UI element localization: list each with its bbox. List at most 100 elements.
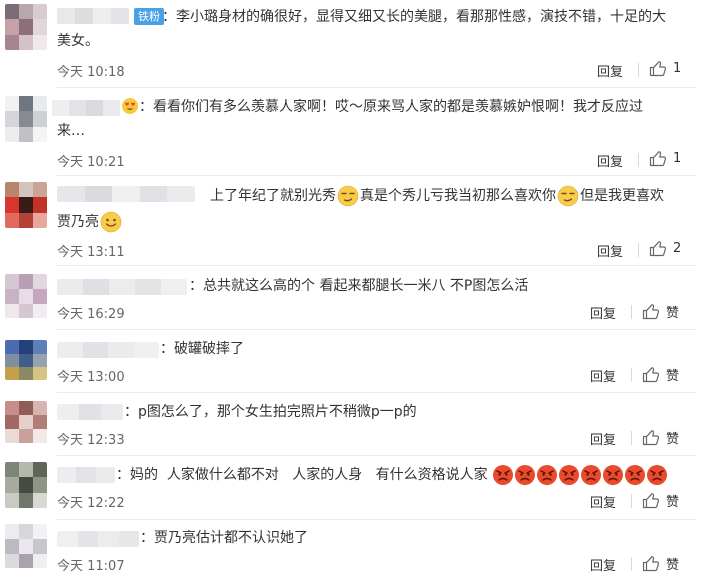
like-button[interactable]: 1 (649, 60, 681, 77)
reply-button[interactable]: 回复 (590, 555, 616, 574)
action-separator (638, 63, 639, 77)
comment-text-continued: 来… (57, 123, 85, 139)
avatar[interactable] (5, 96, 47, 142)
avatar[interactable] (5, 524, 47, 568)
action-separator (638, 153, 639, 167)
reply-button[interactable]: 回复 (597, 61, 623, 80)
angry-emoji-icon (492, 465, 513, 485)
comment-text: ：贾乃亮估计都不认识她了 (140, 530, 308, 546)
comment-time: 今天 13:11 (57, 245, 125, 260)
like-count: 1 (673, 61, 682, 76)
action-separator (638, 243, 639, 257)
comment-time: 今天 10:18 (57, 65, 125, 80)
thumbs-up-icon (642, 304, 660, 320)
comment-text: 上了年纪了就别光秀 真是个秀儿亏我当初那么喜欢你 但是我更喜欢 (210, 185, 664, 207)
comment-text-part: 上了年纪了就别光秀 (210, 188, 336, 204)
avatar[interactable] (5, 401, 47, 443)
comment-item: ：看看你们有多么羡慕人家啊！哎～原来骂人家的都是羡慕嫉妒恨啊！我才反应过 来… … (0, 88, 704, 176)
comment-item: ：妈的 人家做什么都不对 人家的人身 有什么资格说人家 今天 12:22 回复 … (0, 456, 704, 520)
angry-emoji-icon (646, 465, 667, 485)
comment-text: ：看看你们有多么羡慕人家啊！哎～原来骂人家的都是羡慕嫉妒恨啊！我才反应过 (139, 99, 643, 115)
username-blurred[interactable] (57, 8, 129, 24)
angry-emoji-icon (536, 465, 557, 485)
action-separator (631, 305, 632, 319)
comment-time: 今天 10:21 (57, 155, 125, 170)
smile-emoji-icon (100, 211, 122, 233)
like-count: 2 (673, 241, 682, 256)
thumbs-up-icon (649, 151, 667, 167)
avatar[interactable] (5, 274, 47, 318)
username-blurred[interactable] (57, 342, 159, 358)
thumbs-up-icon (642, 493, 660, 509)
comment-item: 铁粉 ：李小璐身材的确很好，显得又细又长的美腿，看那那性感，演技不错，十足的大 … (0, 0, 704, 88)
comment-time: 今天 16:29 (57, 307, 125, 322)
angry-emoji-icon (602, 465, 623, 485)
reply-button[interactable]: 回复 (597, 151, 623, 170)
thumbs-up-icon (649, 241, 667, 257)
like-label: 赞 (666, 558, 680, 573)
like-label: 赞 (666, 495, 680, 510)
like-label: 赞 (666, 432, 680, 447)
comment-text: ：破罐破摔了 (160, 341, 244, 357)
comment-time: 今天 12:22 (57, 496, 125, 511)
like-button[interactable]: 1 (649, 150, 681, 167)
comment-text-part: ：妈的 人家做什么都不对 人家的人身 有什么资格说人家 (116, 467, 488, 483)
action-separator (631, 557, 632, 571)
angry-emoji-icon (514, 465, 535, 485)
angry-emoji-row (492, 464, 668, 486)
avatar[interactable] (5, 182, 47, 228)
like-button[interactable]: 赞 (642, 365, 679, 384)
reply-button[interactable]: 回复 (590, 303, 616, 322)
like-button[interactable]: 2 (649, 240, 681, 257)
comment-text: ：总共就这么高的个 看起来都腿长一米八 不P图怎么活 (189, 278, 529, 294)
username-blurred[interactable] (52, 100, 120, 116)
like-button[interactable]: 赞 (642, 302, 679, 321)
comment-item: ：破罐破摔了 今天 13:00 回复 赞 (0, 330, 704, 393)
avatar[interactable] (5, 4, 47, 50)
thumbs-up-icon (649, 61, 667, 77)
comment-item: 上了年纪了就别光秀 真是个秀儿亏我当初那么喜欢你 但是我更喜欢 贾乃亮 今天 1… (0, 176, 704, 266)
username-blurred[interactable] (57, 186, 195, 202)
comment-time: 今天 11:07 (57, 559, 125, 574)
reply-button[interactable]: 回复 (590, 492, 616, 511)
thumbs-up-icon (642, 556, 660, 572)
comment-item: ：贾乃亮估计都不认识她了 今天 11:07 回复 赞 (0, 520, 704, 587)
thumbs-up-icon (642, 367, 660, 383)
fan-badge: 铁粉 (134, 8, 164, 25)
comment-text: ：p图怎么了，那个女生拍完照片不稍微p一p的 (124, 404, 417, 420)
like-count: 1 (673, 151, 682, 166)
comment-text: ：妈的 人家做什么都不对 人家的人身 有什么资格说人家 (116, 464, 668, 486)
comment-text-continued: 美女。 (57, 33, 99, 49)
reply-button[interactable]: 回复 (590, 429, 616, 448)
like-button[interactable]: 赞 (642, 491, 679, 510)
comment-item: ：p图怎么了，那个女生拍完照片不稍微p一p的 今天 12:33 回复 赞 (0, 393, 704, 456)
reply-button[interactable]: 回复 (597, 241, 623, 260)
comment-item: ：总共就这么高的个 看起来都腿长一米八 不P图怎么活 今天 16:29 回复 赞 (0, 266, 704, 330)
comment-text-part: 但是我更喜欢 (580, 188, 664, 204)
username-blurred[interactable] (57, 404, 123, 420)
comment-text-part: 真是个秀儿亏我当初那么喜欢你 (360, 188, 556, 204)
username-blurred[interactable] (57, 279, 187, 295)
like-label: 赞 (666, 306, 680, 321)
like-button[interactable]: 赞 (642, 428, 679, 447)
comment-text-part: 贾乃亮 (57, 214, 99, 230)
action-separator (631, 368, 632, 382)
avatar[interactable] (5, 340, 47, 380)
angry-emoji-icon (580, 465, 601, 485)
angry-emoji-icon (558, 465, 579, 485)
action-separator (631, 494, 632, 508)
comment-text: ：李小璐身材的确很好，显得又细又长的美腿，看那那性感，演技不错，十足的大 (162, 9, 666, 25)
smirk-emoji-icon (557, 185, 579, 207)
heart-eyes-emoji-icon (122, 98, 138, 114)
angry-emoji-icon (624, 465, 645, 485)
avatar[interactable] (5, 462, 47, 508)
username-blurred[interactable] (57, 531, 139, 547)
username-blurred[interactable] (57, 467, 115, 483)
comment-time: 今天 12:33 (57, 433, 125, 448)
reply-button[interactable]: 回复 (590, 366, 616, 385)
comment-time: 今天 13:00 (57, 370, 125, 385)
like-label: 赞 (666, 369, 680, 384)
like-button[interactable]: 赞 (642, 554, 679, 573)
comment-text-continued: 贾乃亮 (57, 211, 122, 233)
smirk-emoji-icon (337, 185, 359, 207)
